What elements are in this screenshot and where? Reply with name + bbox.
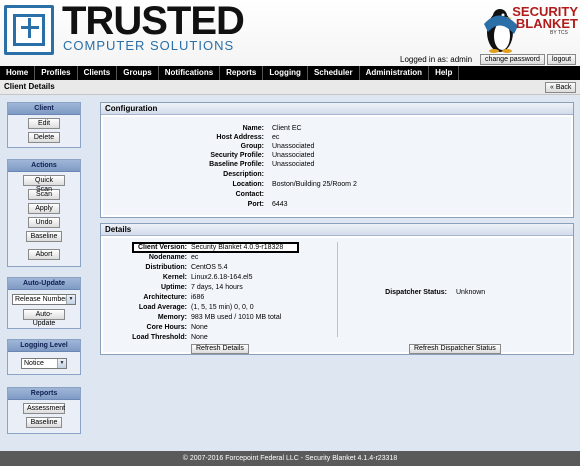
panel-title: Logging Level [8,340,80,352]
main-nav: Home Profiles Clients Groups Notificatio… [0,66,580,80]
nav-administration[interactable]: Administration [360,66,430,80]
reports-panel: Reports Assessment Baseline [7,387,81,434]
detail-label: Load Threshold: [132,334,187,341]
config-label: Name: [242,125,264,132]
page-title: Client Details [4,82,55,91]
client-panel: Client Edit Delete [7,102,81,148]
baseline-button[interactable]: Baseline [26,231,62,242]
nav-reports[interactable]: Reports [220,66,264,80]
details-title: Details [101,224,573,236]
details-body: Client Version: Security Blanket 4.0.9-r… [103,238,571,354]
detail-label: Memory: [157,314,187,321]
config-label: Description: [223,171,264,178]
config-value: Client EC [272,125,302,132]
nav-logging[interactable]: Logging [263,66,308,80]
scan-button[interactable]: Scan [28,189,60,200]
header: TRUSTED COMPUTER SOLUTIONS SECURITY BLAN… [0,0,580,66]
detail-value: i686 [191,294,205,301]
detail-value: 983 MB used / 1010 MB total [191,314,282,321]
assessment-report-button[interactable]: Assessment [23,403,65,414]
baseline-report-button[interactable]: Baseline [26,417,62,428]
configuration-title: Configuration [101,103,573,115]
logout-button[interactable]: logout [547,54,577,65]
detail-label: Load Average: [138,304,187,311]
nav-notifications[interactable]: Notifications [159,66,221,80]
config-value: Unassociated [272,143,315,150]
refresh-dispatcher-button[interactable]: Refresh Dispatcher Status [409,344,501,354]
detail-value: ec [191,254,199,261]
chevron-down-icon: ▼ [57,359,66,368]
detail-label: Kernel: [162,274,187,281]
refresh-details-button[interactable]: Refresh Details [191,344,249,354]
logging-level-panel: Logging Level Notice ▼ [7,339,81,375]
product-by: BY TCS [550,30,568,36]
nav-scheduler[interactable]: Scheduler [308,66,360,80]
detail-label: Distribution: [145,264,187,271]
dispatcher-status-label: Dispatcher Status: [385,289,447,296]
brand-subtitle: COMPUTER SOLUTIONS [63,38,235,53]
logged-in-status: Logged in as: admin [400,55,473,64]
page-header: Client Details « Back [0,80,580,95]
config-value: 6443 [272,201,288,208]
config-label: Security Profile: [210,152,264,159]
config-value: ec [272,134,280,141]
detail-value: Linux2.6.18-164.el5 [191,274,253,281]
config-label: Host Address: [216,134,264,141]
abort-button[interactable]: Abort [28,249,60,260]
detail-value: (1, 5, 15 min) 0, 0, 0 [191,304,254,311]
config-label: Group: [240,143,264,150]
nav-clients[interactable]: Clients [78,66,118,80]
detail-value: Security Blanket 4.0.9-r18328 [191,244,284,251]
edit-button[interactable]: Edit [28,118,60,129]
detail-value: None [191,324,208,331]
nav-help[interactable]: Help [429,66,460,80]
panel-title: Reports [8,388,80,400]
tcs-logo-icon [4,5,54,55]
nav-groups[interactable]: Groups [117,66,159,80]
panel-title: Actions [8,160,80,172]
config-label: Port: [247,201,264,208]
config-label: Baseline Profile: [209,161,264,168]
delete-button[interactable]: Delete [28,132,60,143]
detail-label: Client Version: [137,244,187,251]
detail-value: CentOS 5.4 [191,264,228,271]
footer: © 2007-2016 Forcepoint Federal LLC - Sec… [0,451,580,466]
dispatcher-status-value: Unknown [456,289,486,296]
detail-value: None [191,334,208,341]
detail-value: 7 days, 14 hours [191,284,243,291]
detail-label: Architecture: [143,294,187,301]
config-value: Unassociated [272,152,315,159]
brand-title: TRUSTED [62,0,245,43]
configuration-box: Configuration Name: Client EC Host Addre… [100,102,574,218]
nav-home[interactable]: Home [0,66,36,80]
apply-button[interactable]: Apply [28,203,60,214]
config-label: Location: [232,181,265,188]
config-value: Boston/Building 25/Room 2 [272,181,357,188]
panel-title: Client [8,103,80,115]
nav-profiles[interactable]: Profiles [35,66,78,80]
change-password-button[interactable]: change password [480,54,545,65]
configuration-body: Name: Client EC Host Address: ec Group: … [103,117,571,215]
config-value: Unassociated [272,161,315,168]
details-box: Details Client Version: Security Blanket… [100,223,574,355]
logging-level-select[interactable]: Notice ▼ [21,358,67,369]
detail-label: Nodename: [148,254,187,261]
product-logo-text: SECURITY BLANKET [512,4,578,31]
detail-label: Core Hours: [146,324,187,331]
quick-scan-button[interactable]: Quick Scan [23,175,65,193]
config-label: Contact: [235,191,264,198]
undo-button[interactable]: Undo [28,217,60,228]
back-button[interactable]: « Back [545,82,577,93]
detail-label: Uptime: [160,284,187,291]
